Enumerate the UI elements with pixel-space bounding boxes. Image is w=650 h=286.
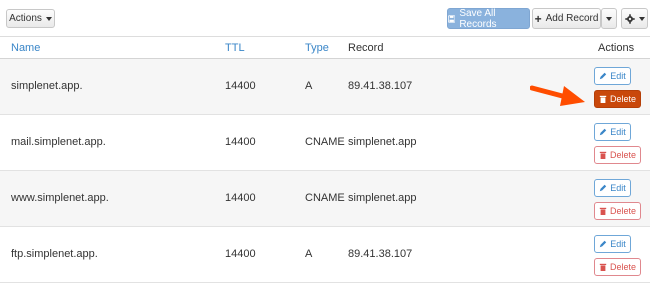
delete-label: Delete [609, 206, 636, 216]
edit-label: Edit [610, 127, 626, 137]
column-header-ttl[interactable]: TTL [225, 42, 245, 54]
record-ttl: 14400 [225, 192, 256, 204]
edit-button[interactable]: Edit [594, 235, 631, 253]
column-header-actions: Actions [598, 42, 635, 54]
caret-down-icon [638, 16, 645, 21]
edit-label: Edit [610, 71, 626, 81]
pencil-icon [600, 128, 607, 136]
record-type: CNAME [305, 192, 345, 204]
edit-label: Edit [610, 239, 626, 249]
delete-button[interactable]: Delete [594, 258, 641, 276]
actions-label: Actions [9, 13, 42, 24]
gear-icon [624, 13, 635, 24]
record-value: simplenet.app [348, 192, 417, 204]
delete-label: Delete [609, 150, 636, 160]
edit-button[interactable]: Edit [594, 67, 631, 85]
table-header: Name TTL Type Record Actions [0, 36, 650, 59]
save-all-records-button[interactable]: Save All Records [447, 7, 530, 30]
record-type: CNAME [305, 136, 345, 148]
record-ttl: 14400 [225, 80, 256, 92]
record-value: 89.41.38.107 [348, 80, 413, 92]
pencil-icon [600, 72, 607, 80]
record-ttl: 14400 [225, 136, 256, 148]
pencil-icon [600, 184, 607, 192]
trash-icon [599, 207, 607, 215]
save-all-records-label: Save All Records [459, 7, 497, 30]
add-record-dropdown-button[interactable] [601, 8, 617, 29]
table-row: mail.simplenet.app. 14400 CNAME simplene… [0, 115, 650, 171]
column-header-name[interactable]: Name [11, 42, 40, 54]
column-header-record: Record [348, 42, 384, 54]
trash-icon [599, 263, 607, 271]
add-record-label: Add Record [545, 13, 599, 24]
record-name: mail.simplenet.app. [11, 136, 106, 148]
caret-down-icon [45, 16, 52, 21]
trash-icon [599, 151, 607, 159]
record-ttl: 14400 [225, 248, 256, 260]
delete-button[interactable]: Delete [594, 146, 641, 164]
record-type: A [305, 248, 313, 260]
caret-down-icon [606, 16, 612, 21]
delete-button[interactable]: Delete [594, 202, 641, 220]
plus-icon: + [534, 11, 542, 26]
pencil-icon [600, 240, 607, 248]
settings-dropdown-button[interactable] [621, 8, 648, 29]
toolbar: Actions Save All Records + Add Record [0, 0, 650, 36]
edit-button[interactable]: Edit [594, 179, 631, 197]
arrow-icon [530, 85, 585, 106]
record-type: A [305, 80, 313, 92]
add-record-button[interactable]: + Add Record [532, 8, 601, 29]
table-row: www.simplenet.app. 14400 CNAME simplenet… [0, 171, 650, 227]
record-name: simplenet.app. [11, 80, 83, 92]
edit-button[interactable]: Edit [594, 123, 631, 141]
column-header-type[interactable]: Type [305, 42, 329, 54]
actions-dropdown-button[interactable]: Actions [6, 9, 55, 28]
edit-label: Edit [610, 183, 626, 193]
delete-label: Delete [609, 262, 636, 272]
dns-records-table: Name TTL Type Record Actions simplenet.a… [0, 36, 650, 283]
record-name: ftp.simplenet.app. [11, 248, 98, 260]
delete-label: Delete [609, 94, 636, 104]
record-value: simplenet.app [348, 136, 417, 148]
trash-icon [599, 95, 607, 103]
record-name: www.simplenet.app. [11, 192, 109, 204]
record-value: 89.41.38.107 [348, 248, 413, 260]
delete-button[interactable]: Delete [594, 90, 641, 108]
table-row: ftp.simplenet.app. 14400 A 89.41.38.107 … [0, 227, 650, 283]
floppy-icon [448, 14, 456, 23]
